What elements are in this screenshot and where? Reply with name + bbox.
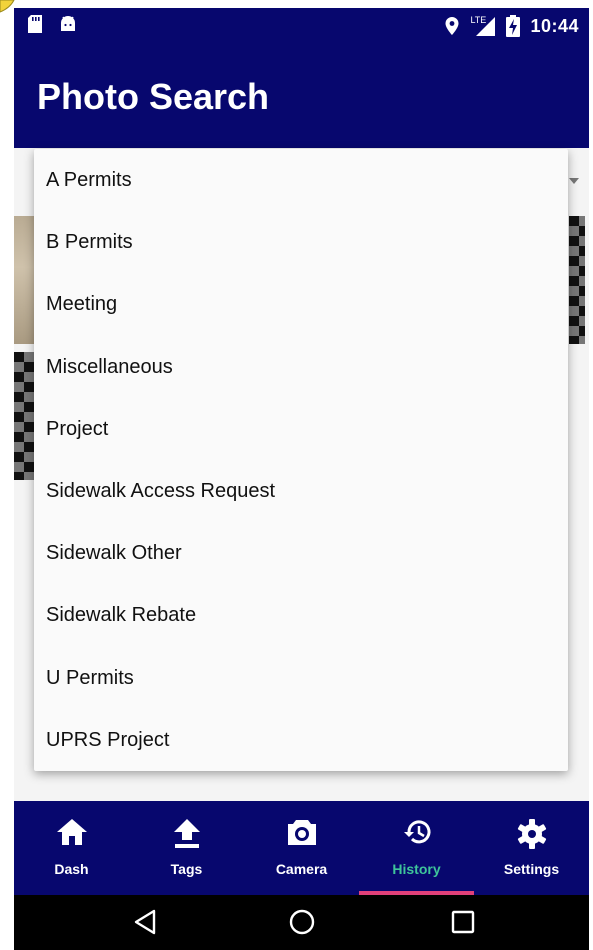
upload-icon: [173, 819, 200, 848]
nav-item-history[interactable]: History: [359, 801, 474, 895]
photo-thumbnail[interactable]: [14, 216, 34, 344]
nav-item-dash[interactable]: Dash: [14, 801, 129, 895]
nav-label: Dash: [54, 861, 89, 877]
dropdown-item-uprs-project[interactable]: UPRS Project: [34, 709, 568, 771]
nav-item-settings[interactable]: Settings: [474, 801, 589, 895]
page-title: Photo Search: [37, 76, 270, 117]
dropdown-item-meeting[interactable]: Meeting: [34, 273, 568, 335]
history-icon: [403, 820, 430, 844]
status-time: 10:44: [530, 15, 579, 36]
nav-label: Camera: [275, 861, 328, 877]
category-dropdown-menu: A Permits B Permits Meeting Miscellaneou…: [34, 149, 568, 771]
nav-label: History: [392, 861, 441, 877]
spinner-arrow-icon[interactable]: [569, 178, 579, 184]
signal-icon: LTE: [470, 15, 496, 37]
camera-icon: [287, 820, 316, 845]
dropdown-item-sidewalk-other[interactable]: Sidewalk Other: [34, 522, 568, 584]
battery-charging-icon: [506, 15, 521, 37]
android-icon: [61, 16, 75, 31]
nav-label: Settings: [503, 861, 560, 877]
home-icon: [56, 819, 87, 845]
dropdown-item-sidewalk-rebate[interactable]: Sidewalk Rebate: [34, 584, 568, 646]
app-bar: Photo Search: [14, 46, 589, 148]
dropdown-item-project[interactable]: Project: [34, 398, 568, 460]
gear-icon: [517, 819, 546, 849]
dropdown-item-miscellaneous[interactable]: Miscellaneous: [34, 336, 568, 398]
dropdown-item-u-permits[interactable]: U Permits: [34, 647, 568, 709]
photo-thumbnail[interactable]: [569, 216, 585, 344]
location-icon: [445, 17, 459, 35]
status-bar: LTE 10:44: [14, 8, 589, 46]
nav-label: Tags: [170, 861, 203, 877]
dropdown-item-sidewalk-access-request[interactable]: Sidewalk Access Request: [34, 460, 568, 522]
dropdown-item-b-permits[interactable]: B Permits: [34, 211, 568, 273]
nav-item-camera[interactable]: Camera: [244, 801, 359, 895]
nav-item-tags[interactable]: Tags: [129, 801, 244, 895]
home-button-icon[interactable]: [288, 908, 316, 936]
dropdown-item-a-permits[interactable]: A Permits: [34, 149, 568, 211]
sd-card-icon: [28, 15, 42, 33]
system-navigation-bar: [14, 895, 589, 950]
recents-icon[interactable]: [450, 908, 476, 936]
photo-thumbnail[interactable]: [14, 352, 34, 480]
bottom-navigation: Dash Tags Camera History Settings: [14, 801, 589, 895]
back-icon[interactable]: [132, 908, 158, 936]
